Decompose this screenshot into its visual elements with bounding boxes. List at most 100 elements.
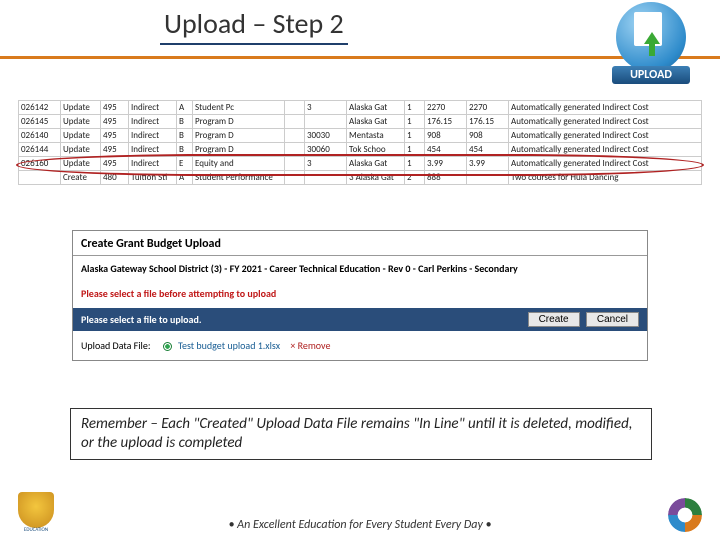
cell: Alaska Gat [347, 157, 405, 171]
cell: B [177, 129, 193, 143]
page-title: Upload – Step 2 [160, 6, 348, 43]
create-button[interactable]: Create [528, 312, 580, 327]
cell: 026142 [19, 101, 61, 115]
cell [285, 171, 305, 185]
cell: Alaska Gat [347, 115, 405, 129]
cell: 026144 [19, 143, 61, 157]
spreadsheet: 026142Update495IndirectAStudent Pc3Alask… [18, 100, 702, 185]
cell: Create [61, 171, 101, 185]
cell: Student Pc [193, 101, 285, 115]
cell: A [177, 171, 193, 185]
cell: Two courses for Hula Dancing [509, 171, 702, 185]
table-row: 026140Update495IndirectBProgram D30030Me… [19, 129, 702, 143]
cell: 026145 [19, 115, 61, 129]
table-row: 026145Update495IndirectBProgram D Alaska … [19, 115, 702, 129]
cell [467, 171, 509, 185]
cell: Automatically generated Indirect Cost [509, 115, 702, 129]
cell: Indirect [129, 143, 177, 157]
cell: Alaska Gat [347, 101, 405, 115]
cell: Indirect [129, 115, 177, 129]
panel-bar-text: Please select a file to upload. [81, 313, 202, 326]
cell: 454 [467, 143, 509, 157]
file-row: Upload Data File: Test budget upload 1.x… [73, 331, 647, 360]
cell: 1 [405, 143, 425, 157]
cell: Program D [193, 129, 285, 143]
create-upload-panel: Create Grant Budget Upload Alaska Gatewa… [72, 230, 648, 361]
cell: 2270 [425, 101, 467, 115]
file-name: Test budget upload 1.xlsx [178, 339, 280, 352]
cell: 495 [101, 115, 129, 129]
cell: Automatically generated Indirect Cost [509, 129, 702, 143]
footer-tagline: • An Excellent Education for Every Stude… [0, 518, 720, 532]
panel-subtitle: Alaska Gateway School District (3) - FY … [73, 258, 647, 279]
table-row: Create480Tuition StiAStudent Performance… [19, 171, 702, 185]
panel-warning: Please select a file before attempting t… [73, 279, 647, 308]
cell: 3.99 [467, 157, 509, 171]
cancel-button[interactable]: Cancel [586, 312, 639, 327]
cell: Update [61, 157, 101, 171]
cell: 176.15 [425, 115, 467, 129]
cell: 495 [101, 157, 129, 171]
cell: 3.99 [425, 157, 467, 171]
cell: 1 [405, 115, 425, 129]
cell: 1 [405, 101, 425, 115]
cell: Update [61, 143, 101, 157]
cell: 30030 [305, 129, 347, 143]
cell: Equity and [193, 157, 285, 171]
upload-icon-label: UPLOAD [612, 66, 690, 84]
cell: 3 [305, 157, 347, 171]
cell: 908 [425, 129, 467, 143]
swirl-logo [668, 498, 702, 532]
cell: 480 [101, 171, 129, 185]
cell: Update [61, 101, 101, 115]
cell: Program D [193, 115, 285, 129]
file-radio-icon[interactable] [163, 342, 172, 351]
cell: Automatically generated Indirect Cost [509, 143, 702, 157]
cell [285, 157, 305, 171]
upload-icon [616, 2, 686, 72]
upload-badge: UPLOAD [612, 2, 690, 84]
cell: 495 [101, 143, 129, 157]
table-row: 026142Update495IndirectAStudent Pc 3Alask… [19, 101, 702, 115]
cell [305, 171, 347, 185]
cell [285, 115, 305, 129]
cell: E [177, 157, 193, 171]
cell: B [177, 115, 193, 129]
cell: 888 [425, 171, 467, 185]
cell: Tuition Sti [129, 171, 177, 185]
cell: Automatically generated Indirect Cost [509, 101, 702, 115]
cell: Indirect [129, 129, 177, 143]
panel-instruction-bar: Please select a file to upload. Create C… [73, 308, 647, 331]
cell: Automatically generated Indirect Cost [509, 157, 702, 171]
remove-file-link[interactable]: × Remove [290, 339, 330, 352]
cell: Indirect [129, 101, 177, 115]
cell: 908 [467, 129, 509, 143]
cell: 454 [425, 143, 467, 157]
cell: 495 [101, 129, 129, 143]
file-label: Upload Data File: [81, 339, 151, 352]
cell: Indirect [129, 157, 177, 171]
cell: 1 [405, 157, 425, 171]
cell: 1 [405, 129, 425, 143]
cell: 495 [101, 101, 129, 115]
table-row: 026144Update495IndirectBProgram D 30060To… [19, 143, 702, 157]
cell [285, 101, 305, 115]
reminder-note: Remember – Each "Created" Upload Data Fi… [70, 408, 652, 460]
cell: 026140 [19, 129, 61, 143]
cell: Mentasta [347, 129, 405, 143]
cell: Update [61, 115, 101, 129]
cell [305, 115, 347, 129]
cell: B [177, 143, 193, 157]
cell: Tok Schoo [347, 143, 405, 157]
table-row: 026160Update495IndirectEEquity and3Alask… [19, 157, 702, 171]
panel-title: Create Grant Budget Upload [73, 231, 647, 253]
cell [19, 171, 61, 185]
cell: Program D [193, 143, 285, 157]
cell: 3 Alaska Gat [347, 171, 405, 185]
cell: 30060 [305, 143, 347, 157]
cell: Student Performance [193, 171, 285, 185]
cell: 176.15 [467, 115, 509, 129]
cell: A [177, 101, 193, 115]
cell [285, 143, 305, 157]
cell: 3 [305, 101, 347, 115]
